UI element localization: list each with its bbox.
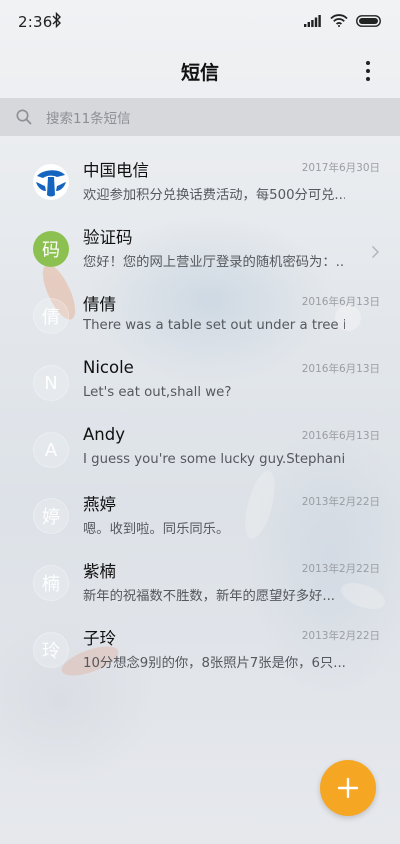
bluetooth-icon xyxy=(52,12,61,28)
signal-icon xyxy=(304,14,321,27)
contact-name: 子玲 xyxy=(83,629,116,648)
avatar: N xyxy=(33,365,69,401)
avatar: 楠 xyxy=(33,565,69,601)
app-header: 短信 xyxy=(0,44,400,96)
wifi-icon xyxy=(330,14,348,27)
message-date: 2013年2月22日 xyxy=(301,630,380,642)
message-date: 2016年6月13日 xyxy=(301,296,380,308)
message-preview: 10分想念9别的你，8张照片7张是你，6只... xyxy=(83,656,345,671)
china-telecom-logo-icon xyxy=(34,165,68,199)
message-preview: I guess you're some lucky guy.Stephani..… xyxy=(83,452,345,467)
conversation-row[interactable]: 码 验证码 您好！您的网上营业厅登录的随机密码为：... xyxy=(0,221,400,287)
avatar-initial: 婷 xyxy=(42,507,60,528)
avatar: 玲 xyxy=(33,632,69,668)
message-date: 2013年2月22日 xyxy=(301,496,380,508)
contact-name: 中国电信 xyxy=(83,161,149,180)
battery-icon xyxy=(356,14,381,27)
conversation-row[interactable]: 婷 燕婷 2013年2月22日 嗯。收到啦。同乐同乐。 xyxy=(0,488,400,554)
conversation-row[interactable]: A Andy 2016年6月13日 I guess you're some lu… xyxy=(0,422,400,488)
message-preview: Let's eat out,shall we? xyxy=(83,385,232,400)
contact-name: Andy xyxy=(83,425,125,444)
avatar: A xyxy=(33,432,69,468)
message-date: 2016年6月13日 xyxy=(301,430,380,442)
more-menu-button[interactable] xyxy=(358,58,378,84)
search-input[interactable]: 搜索11条短信 xyxy=(46,107,131,127)
message-date: 2017年6月30日 xyxy=(301,162,380,174)
contact-name: 验证码 xyxy=(83,228,133,247)
conversation-row[interactable]: 玲 子玲 2013年2月22日 10分想念9别的你，8张照片7张是你，6只... xyxy=(0,622,400,688)
status-time: 2:36 xyxy=(18,13,53,31)
avatar-initial: A xyxy=(44,439,58,461)
message-preview: 新年的祝福数不胜数，新年的愿望好多好... xyxy=(83,589,336,604)
contact-name: 燕婷 xyxy=(83,495,116,514)
contact-name: 倩倩 xyxy=(83,295,116,314)
avatar: 婷 xyxy=(33,498,69,534)
avatar xyxy=(33,164,69,200)
contact-name: Nicole xyxy=(83,358,134,377)
more-vertical-icon xyxy=(366,61,370,65)
avatar-initial: 玲 xyxy=(42,641,60,662)
message-preview: 您好！您的网上营业厅登录的随机密码为：... xyxy=(83,255,345,270)
avatar-initial: 码 xyxy=(42,240,60,261)
search-icon xyxy=(16,109,32,125)
avatar-initial: N xyxy=(44,372,58,394)
message-date: 2016年6月13日 xyxy=(301,363,380,375)
conversation-row[interactable]: 楠 紫楠 2013年2月22日 新年的祝福数不胜数，新年的愿望好多好... xyxy=(0,555,400,621)
conversation-row[interactable]: 中国电信 2017年6月30日 欢迎参加积分兑换话费活动，每500分可兑... xyxy=(0,154,400,220)
conversation-row[interactable]: N Nicole 2016年6月13日 Let's eat out,shall … xyxy=(0,355,400,421)
avatar-initial: 楠 xyxy=(42,574,60,595)
new-message-button[interactable] xyxy=(320,760,376,816)
search-bar[interactable]: 搜索11条短信 xyxy=(0,98,400,136)
status-bar: 2:36 xyxy=(0,0,400,44)
plus-icon xyxy=(337,777,359,799)
message-date: 2013年2月22日 xyxy=(301,563,380,575)
avatar: 倩 xyxy=(33,298,69,334)
message-preview: 嗯。收到啦。同乐同乐。 xyxy=(83,522,230,537)
chevron-right-icon xyxy=(372,246,379,258)
message-preview: There was a table set out under a tree i… xyxy=(83,318,345,333)
message-preview: 欢迎参加积分兑换话费活动，每500分可兑... xyxy=(83,188,345,203)
page-title: 短信 xyxy=(180,62,219,84)
contact-name: 紫楠 xyxy=(83,562,116,581)
avatar-initial: 倩 xyxy=(42,307,60,328)
conversation-row[interactable]: 倩 倩倩 2016年6月13日 There was a table set ou… xyxy=(0,288,400,354)
avatar: 码 xyxy=(33,231,69,267)
